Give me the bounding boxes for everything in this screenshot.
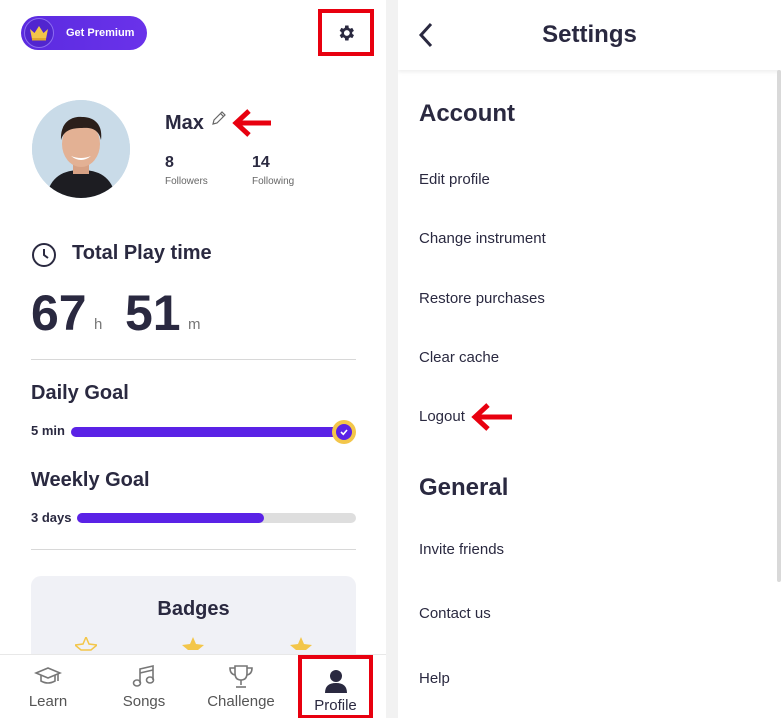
music-note-icon — [131, 663, 157, 691]
profile-screen: Get Premium Max 8 Followers 14 Following… — [0, 0, 386, 718]
tab-learn[interactable]: Learn — [8, 655, 88, 718]
avatar[interactable] — [32, 100, 130, 198]
badges-title: Badges — [157, 598, 230, 620]
daily-goal-progress-bar — [71, 427, 343, 437]
weekly-goal-progress-bar — [77, 513, 356, 523]
settings-item-contact-us[interactable]: Contact us — [419, 605, 491, 622]
tab-learn-label: Learn — [28, 693, 68, 710]
settings-screen: Settings Account Edit profile Change ins… — [398, 0, 781, 718]
get-premium-label: Get Premium — [66, 27, 135, 39]
divider — [31, 359, 356, 360]
profile-content: Max 8 Followers 14 Following Total Play … — [0, 66, 386, 666]
followers-label[interactable]: Followers — [165, 176, 208, 187]
trophy-icon — [227, 663, 255, 691]
red-annotation-arrow-icon — [471, 403, 512, 431]
followers-count: 8 — [165, 154, 174, 171]
daily-goal-title: Daily Goal — [31, 382, 129, 404]
hours-unit: h — [94, 316, 103, 333]
divider — [31, 549, 356, 550]
profile-header: Get Premium — [0, 0, 386, 66]
crown-icon — [24, 18, 54, 48]
panel-separator — [386, 0, 398, 718]
daily-goal-progress-fill — [71, 427, 343, 437]
graduation-cap-icon — [34, 663, 62, 691]
badges-card[interactable]: Badges — [31, 576, 356, 666]
goal-complete-check-icon — [332, 420, 356, 444]
settings-item-help[interactable]: Help — [419, 670, 450, 687]
tab-challenge-label: Challenge — [207, 693, 275, 710]
daily-goal-value: 5 min — [31, 423, 65, 438]
settings-item-change-instrument[interactable]: Change instrument — [419, 230, 546, 247]
play-hours: 67 — [31, 285, 87, 341]
following-count: 14 — [252, 154, 270, 171]
page-title: Settings — [542, 21, 637, 48]
red-annotation-arrow-icon — [232, 109, 271, 137]
clock-icon — [32, 243, 56, 267]
back-chevron-icon[interactable] — [418, 22, 434, 48]
person-icon — [323, 667, 349, 695]
star-icon — [182, 637, 204, 650]
settings-item-edit-profile[interactable]: Edit profile — [419, 171, 490, 188]
minutes-unit: m — [188, 316, 201, 333]
tab-songs[interactable]: Songs — [104, 655, 184, 718]
play-minutes: 51 — [125, 285, 181, 341]
settings-item-invite-friends[interactable]: Invite friends — [419, 541, 504, 558]
gear-icon — [339, 25, 354, 40]
weekly-goal-value: 3 days — [31, 510, 72, 525]
play-time-title: Total Play time — [72, 242, 212, 264]
get-premium-button[interactable]: Get Premium — [21, 16, 147, 50]
weekly-goal-title: Weekly Goal — [31, 469, 150, 491]
settings-item-restore-purchases[interactable]: Restore purchases — [419, 290, 545, 307]
user-name: Max — [165, 112, 204, 134]
star-icon — [75, 637, 97, 651]
settings-item-logout[interactable]: Logout — [419, 408, 465, 425]
general-section-title: General — [419, 474, 509, 501]
star-icon — [290, 637, 312, 650]
scrollbar[interactable] — [777, 70, 781, 582]
settings-button[interactable] — [318, 9, 374, 56]
weekly-goal-progress-fill — [77, 513, 264, 523]
following-label[interactable]: Following — [252, 176, 294, 187]
settings-item-clear-cache[interactable]: Clear cache — [419, 349, 499, 366]
tab-challenge[interactable]: Challenge — [198, 655, 284, 718]
edit-name-pencil-icon[interactable] — [211, 110, 227, 131]
tab-profile-label: Profile — [314, 697, 357, 714]
bottom-tab-bar: Learn Songs Challenge Profile — [0, 654, 386, 718]
settings-header: Settings — [398, 0, 781, 70]
account-section-title: Account — [419, 100, 515, 127]
tab-profile[interactable]: Profile — [298, 655, 373, 718]
tab-songs-label: Songs — [122, 693, 166, 710]
